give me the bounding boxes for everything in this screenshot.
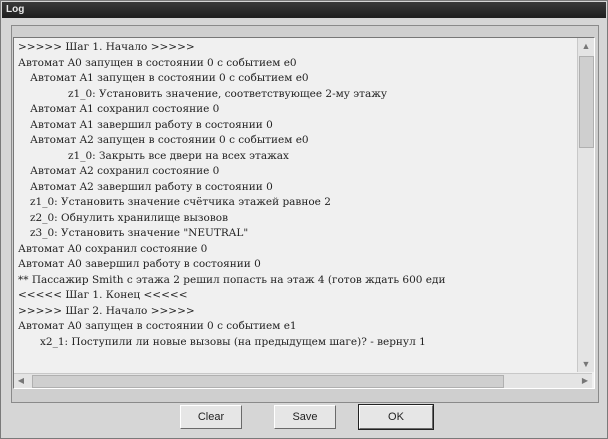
log-line: z1_0: Закрыть все двери на всех этажах: [68, 149, 289, 162]
log-line: Автомат A1 сохранил состояние 0: [30, 103, 220, 115]
log-line: Автомат A1 завершил работу в состоянии 0: [30, 118, 273, 131]
scroll-right-icon[interactable]: ▶: [578, 374, 592, 388]
log-line: Автомат A0 сохранил состояние 0: [18, 242, 208, 255]
clear-button[interactable]: Clear: [180, 405, 242, 429]
ok-button[interactable]: OK: [358, 404, 434, 430]
scroll-down-icon[interactable]: ▼: [578, 356, 594, 372]
log-line: Автомат A2 завершил работу в состоянии 0: [30, 180, 273, 193]
log-line: z2_0: Обнулить хранилище вызовов: [30, 211, 228, 224]
log-line: Автомат A1 запущен в состоянии 0 с событ…: [30, 72, 309, 84]
horizontal-scrollbar[interactable]: ◀ ▶: [14, 373, 592, 388]
log-line: Автомат A0 запущен в состоянии 0 с событ…: [18, 56, 297, 69]
log-line: <<<<< Шаг 1. Конец <<<<<: [18, 289, 188, 301]
vertical-scroll-thumb[interactable]: [579, 56, 594, 148]
log-line: z3_0: Установить значение "NEUTRAL": [30, 227, 249, 239]
log-line: >>>>> Шаг 1. Начало >>>>>: [18, 41, 195, 53]
log-lines: >>>>> Шаг 1. Начало >>>>> Автомат A0 запу…: [18, 40, 574, 374]
scroll-left-icon[interactable]: ◀: [14, 374, 28, 388]
scroll-up-icon[interactable]: ▲: [578, 38, 594, 54]
log-line: z1_0: Установить значение, соответствующ…: [68, 87, 388, 100]
log-line: Автомат A0 завершил работу в состоянии 0: [18, 258, 261, 270]
log-line: z1_0: Установить значение счётчика этаже…: [30, 196, 331, 208]
log-line: x2_1: Поступили ли новые вызовы (на пред…: [40, 335, 426, 348]
horizontal-scroll-thumb[interactable]: [32, 375, 504, 388]
log-text-area[interactable]: >>>>> Шаг 1. Начало >>>>> Автомат A0 запу…: [13, 37, 595, 389]
window-title: Log: [6, 4, 25, 15]
save-button[interactable]: Save: [274, 405, 336, 429]
log-line: Автомат A2 запущен в состоянии 0 с событ…: [30, 134, 309, 146]
vertical-scrollbar[interactable]: ▲ ▼: [577, 38, 594, 372]
title-bar[interactable]: Log: [2, 2, 606, 18]
log-line: ** Пассажир Smith с этажа 2 решил попаст…: [18, 273, 446, 286]
log-line: Автомат A0 запущен в состоянии 0 с событ…: [18, 320, 297, 332]
log-line: >>>>> Шаг 2. Начало >>>>>: [18, 304, 195, 317]
log-line: Автомат A2 сохранил состояние 0: [30, 165, 220, 177]
log-window: Log >>>>> Шаг 1. Начало >>>>> Автомат A0 …: [0, 0, 608, 439]
